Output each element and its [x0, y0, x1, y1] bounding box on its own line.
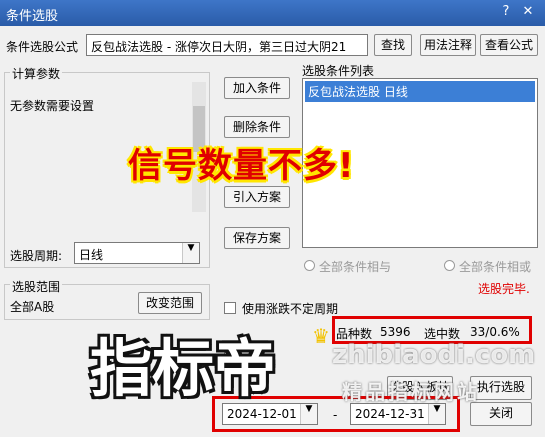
period-value: 日线 [79, 248, 104, 262]
list-item[interactable]: 反包战法选股 日线 [305, 81, 535, 102]
watermark-sub: 精品指标网站 [342, 380, 480, 404]
formula-select[interactable]: 反包战法选股 - 涨停次日大阴，第三日过大阴21 [86, 34, 368, 56]
formula-label: 条件选股公式 [6, 40, 79, 54]
logic-or-radio[interactable] [444, 260, 455, 271]
logic-and-radio[interactable] [304, 260, 315, 271]
add-condition-button[interactable]: 加入条件 [224, 77, 290, 99]
logic-or-label: 全部条件相或 [459, 260, 532, 274]
import-plan-button[interactable]: 引入方案 [224, 186, 290, 208]
brand-overlay: 指标帝 [90, 332, 277, 405]
view-formula-button[interactable]: 查看公式 [480, 34, 538, 56]
watermark-url: zhibiaodi.com [332, 340, 536, 370]
cond-list-title: 选股条件列表 [302, 64, 375, 78]
range-value: 全部A股 [10, 300, 55, 314]
change-range-button[interactable]: 改变范围 [138, 292, 202, 314]
use-limit-label: 使用涨跌不定周期 [242, 302, 339, 316]
find-button[interactable]: 查找 [374, 34, 412, 56]
period-select[interactable]: 日线 ▼ [74, 242, 200, 264]
params-text: 无参数需要设置 [10, 99, 95, 113]
formula-value: 反包战法选股 - 涨停次日大阴，第三日过大阴21 [91, 40, 347, 54]
status-text: 选股完毕. [478, 282, 530, 296]
close-icon[interactable]: ✕ [519, 3, 537, 21]
range-title: 选股范围 [10, 278, 63, 295]
headline-overlay: 信号数量不多! [128, 146, 355, 186]
crown-icon: ♛ [312, 324, 330, 348]
chevron-down-icon: ▼ [182, 243, 199, 263]
close-button[interactable]: 关闭 [470, 402, 532, 426]
window-title: 条件选股 [6, 9, 59, 24]
delete-condition-button[interactable]: 删除条件 [224, 116, 290, 138]
logic-and-label: 全部条件相与 [319, 260, 392, 274]
help-icon[interactable]: ? [497, 3, 515, 21]
use-limit-checkbox[interactable] [224, 302, 236, 314]
params-title: 计算参数 [10, 65, 63, 82]
title-bar: 条件选股 ? ✕ [0, 0, 545, 26]
save-plan-button[interactable]: 保存方案 [224, 227, 290, 249]
period-label: 选股周期: [10, 249, 63, 263]
usage-button[interactable]: 用法注释 [420, 34, 476, 56]
